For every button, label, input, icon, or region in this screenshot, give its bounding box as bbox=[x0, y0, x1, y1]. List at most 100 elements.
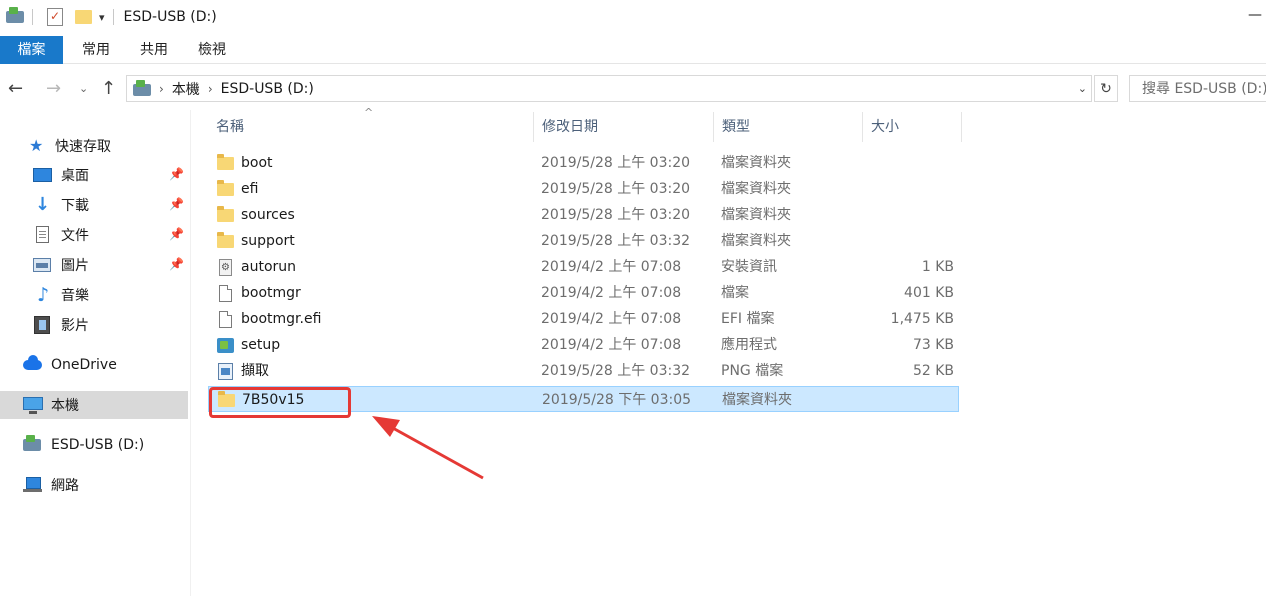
cloud-icon bbox=[23, 355, 43, 374]
search-input[interactable]: 搜尋 ESD-USB (D:) bbox=[1129, 75, 1266, 102]
sidebar-item-music[interactable]: ♪ 音樂 bbox=[0, 281, 188, 309]
file-size: 401 KB bbox=[904, 285, 954, 301]
tab-file[interactable]: 檔案 bbox=[0, 36, 63, 64]
music-icon: ♪ bbox=[37, 284, 50, 306]
annotation-arrow-icon bbox=[372, 416, 484, 480]
file-date: 2019/5/28 上午 03:20 bbox=[541, 155, 691, 171]
file-name: support bbox=[241, 233, 295, 249]
download-icon: ↓ bbox=[35, 194, 51, 215]
file-row[interactable]: efi 2019/5/28 上午 03:20 檔案資料夾 bbox=[208, 176, 959, 202]
file-type: EFI 檔案 bbox=[721, 311, 775, 327]
sidebar-item-downloads[interactable]: ↓ 下載 📌 bbox=[0, 191, 188, 219]
sidebar-item-videos[interactable]: 影片 bbox=[0, 311, 188, 339]
file-row[interactable]: sources 2019/5/28 上午 03:20 檔案資料夾 bbox=[208, 202, 959, 228]
tab-view[interactable]: 檢視 bbox=[183, 36, 241, 64]
setup-info-icon bbox=[217, 259, 235, 276]
file-name: setup bbox=[241, 337, 281, 353]
file-row[interactable]: 擷取 2019/5/28 上午 03:32 PNG 檔案 52 KB bbox=[208, 358, 959, 384]
file-type: 應用程式 bbox=[721, 337, 777, 353]
pictures-icon bbox=[33, 256, 53, 274]
sidebar-item-label: 本機 bbox=[51, 398, 79, 414]
drive-icon[interactable] bbox=[6, 7, 24, 26]
file-type: 檔案資料夾 bbox=[721, 181, 791, 197]
file-date: 2019/4/2 上午 07:08 bbox=[541, 285, 682, 301]
chevron-right-icon[interactable]: › bbox=[208, 82, 213, 96]
forward-arrow-icon[interactable]: → bbox=[46, 77, 61, 101]
sidebar-item-onedrive[interactable]: OneDrive bbox=[0, 351, 188, 379]
chevron-down-icon[interactable]: ⌄ bbox=[1078, 82, 1087, 95]
file-date: 2019/5/28 上午 03:20 bbox=[541, 181, 691, 197]
ribbon-tabs: 檔案 常用 共用 檢視 bbox=[0, 36, 1266, 64]
file-name: autorun bbox=[241, 259, 297, 275]
file-date: 2019/4/2 上午 07:08 bbox=[541, 311, 682, 327]
annotation-highlight-box bbox=[209, 387, 351, 418]
file-name: sources bbox=[241, 207, 295, 223]
sidebar-item-network[interactable]: 網路 bbox=[0, 471, 188, 499]
divider bbox=[112, 9, 114, 25]
properties-icon[interactable] bbox=[47, 8, 65, 26]
file-row[interactable]: support 2019/5/28 上午 03:32 檔案資料夾 bbox=[208, 228, 959, 254]
application-icon bbox=[217, 337, 235, 353]
file-row[interactable]: boot 2019/5/28 上午 03:20 檔案資料夾 bbox=[208, 150, 959, 176]
sidebar-item-pictures[interactable]: 圖片 📌 bbox=[0, 251, 188, 279]
file-row[interactable]: bootmgr 2019/4/2 上午 07:08 檔案 401 KB bbox=[208, 280, 959, 306]
file-type: 檔案資料夾 bbox=[722, 392, 792, 408]
file-row[interactable]: autorun 2019/4/2 上午 07:08 安裝資訊 1 KB bbox=[208, 254, 959, 280]
sidebar-item-label: 網路 bbox=[51, 478, 79, 494]
file-name: efi bbox=[241, 181, 259, 197]
breadcrumb-drive[interactable]: ESD-USB (D:) bbox=[221, 81, 314, 97]
file-row[interactable]: bootmgr.efi 2019/4/2 上午 07:08 EFI 檔案 1,4… bbox=[208, 306, 959, 332]
navigation-pane: ★ 快速存取 桌面 📌 ↓ 下載 📌 文件 📌 圖片 📌 ♪ 音樂 影片 One… bbox=[0, 110, 191, 596]
tab-share[interactable]: 共用 bbox=[125, 36, 183, 64]
pin-icon[interactable]: 📌 bbox=[169, 197, 184, 211]
file-icon bbox=[217, 311, 235, 328]
up-arrow-icon[interactable]: ↑ bbox=[101, 77, 116, 101]
sidebar-item-label: 快速存取 bbox=[55, 139, 111, 155]
videos-icon bbox=[33, 316, 53, 334]
sidebar-item-drive[interactable]: ESD-USB (D:) bbox=[0, 431, 188, 459]
network-icon bbox=[23, 476, 43, 494]
column-header-date[interactable]: 修改日期 bbox=[533, 112, 713, 142]
sidebar-item-label: 桌面 bbox=[61, 168, 89, 184]
sidebar-item-label: OneDrive bbox=[51, 357, 117, 373]
file-date: 2019/5/28 上午 03:32 bbox=[541, 363, 691, 379]
quick-access-toolbar: ▾ bbox=[0, 0, 122, 34]
file-row[interactable]: setup 2019/4/2 上午 07:08 應用程式 73 KB bbox=[208, 332, 959, 358]
back-arrow-icon[interactable]: ← bbox=[8, 77, 23, 101]
folder-icon bbox=[217, 232, 235, 249]
file-type: 安裝資訊 bbox=[721, 259, 777, 275]
file-date: 2019/5/28 下午 03:05 bbox=[542, 392, 692, 408]
file-size: 73 KB bbox=[912, 337, 954, 353]
chevron-right-icon[interactable]: › bbox=[159, 82, 164, 96]
column-header-name[interactable]: 名稱 bbox=[208, 112, 533, 142]
sidebar-item-documents[interactable]: 文件 📌 bbox=[0, 221, 188, 249]
file-date: 2019/4/2 上午 07:08 bbox=[541, 259, 682, 275]
sidebar-item-label: 下載 bbox=[61, 198, 89, 214]
breadcrumb-this-pc[interactable]: 本機 bbox=[172, 79, 200, 99]
column-header-type[interactable]: 類型 bbox=[713, 112, 862, 142]
sidebar-item-label: 圖片 bbox=[61, 258, 89, 274]
refresh-button[interactable]: ↻ bbox=[1094, 75, 1118, 102]
address-bar[interactable]: › 本機 › ESD-USB (D:) ⌄ bbox=[126, 75, 1092, 102]
customize-toolbar-icon[interactable]: ▾ bbox=[99, 11, 105, 24]
file-icon bbox=[217, 285, 235, 302]
sidebar-item-this-pc[interactable]: 本機 bbox=[0, 391, 188, 419]
pin-icon[interactable]: 📌 bbox=[169, 227, 184, 241]
sidebar-item-desktop[interactable]: 桌面 📌 bbox=[0, 161, 188, 189]
file-size: 1 KB bbox=[921, 259, 954, 275]
documents-icon bbox=[33, 226, 53, 244]
minimize-button[interactable]: — bbox=[1248, 8, 1262, 22]
file-date: 2019/5/28 上午 03:20 bbox=[541, 207, 691, 223]
sidebar-item-quick-access[interactable]: ★ 快速存取 bbox=[0, 132, 188, 160]
sidebar-item-label: 音樂 bbox=[61, 288, 89, 304]
drive-icon bbox=[23, 435, 43, 454]
recent-locations-icon[interactable]: ⌄ bbox=[79, 77, 88, 101]
pin-icon[interactable]: 📌 bbox=[169, 257, 184, 271]
file-size: 1,475 KB bbox=[890, 311, 954, 327]
new-folder-icon[interactable] bbox=[75, 8, 93, 26]
pin-icon[interactable]: 📌 bbox=[169, 167, 184, 181]
tab-home[interactable]: 常用 bbox=[67, 36, 125, 64]
folder-icon bbox=[217, 180, 235, 197]
desktop-icon bbox=[33, 166, 53, 184]
column-header-size[interactable]: 大小 bbox=[862, 112, 962, 142]
